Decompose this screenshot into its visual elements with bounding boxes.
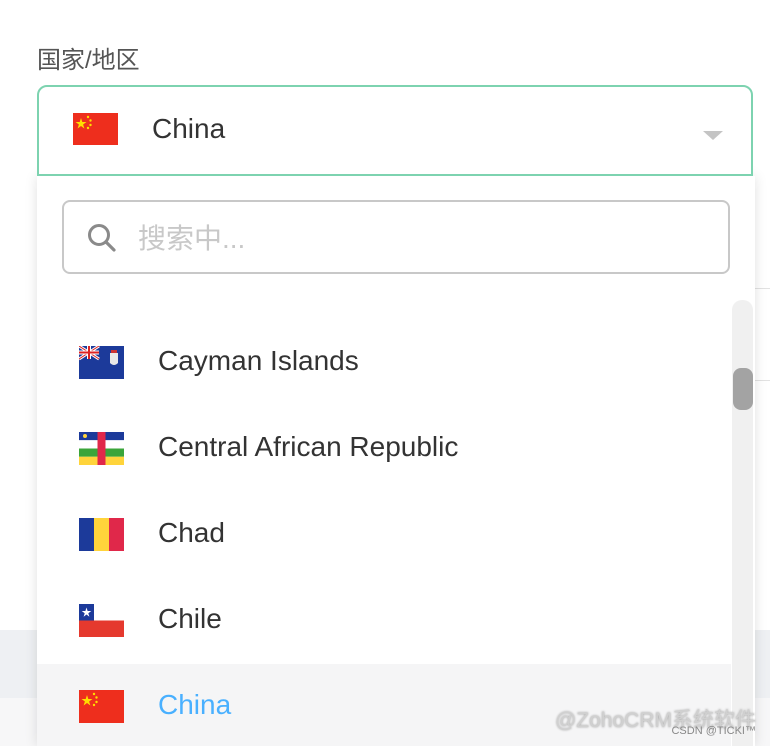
background-divider	[755, 288, 770, 289]
background-divider	[755, 380, 770, 381]
option-label: Cayman Islands	[158, 345, 359, 376]
option-label: Central African Republic	[158, 431, 459, 462]
flag-chad-icon	[79, 518, 124, 551]
list-item-central-african-republic[interactable]: Central African Republic	[37, 406, 731, 492]
search-input[interactable]	[136, 216, 710, 262]
search-icon	[88, 224, 116, 252]
flag-central-african-republic-icon	[79, 432, 124, 465]
flag-china-icon	[73, 113, 118, 145]
selected-country: China	[152, 113, 226, 144]
option-label: Chad	[158, 517, 225, 548]
list-item-cayman-islands[interactable]: Cayman Islands	[37, 320, 731, 406]
country-region-label: 国家/地区	[37, 47, 140, 74]
country-list: Cayman Islands Central African Republic …	[37, 320, 731, 746]
chevron-down-icon[interactable]	[703, 131, 723, 140]
list-item-chile[interactable]: Chile	[37, 578, 731, 664]
country-dropdown: Cayman Islands Central African Republic …	[37, 176, 755, 746]
flag-chile-icon	[79, 604, 124, 637]
flag-cayman-islands-icon	[79, 346, 124, 379]
watermark-secondary: CSDN @TICKI™	[671, 725, 756, 737]
option-label: China	[158, 689, 232, 720]
scrollbar-thumb[interactable]	[733, 368, 753, 410]
country-select[interactable]: China	[37, 85, 753, 176]
scrollbar-track[interactable]	[732, 300, 753, 746]
option-label: Chile	[158, 603, 222, 634]
list-item-chad[interactable]: Chad	[37, 492, 731, 578]
search-field[interactable]	[62, 200, 730, 274]
flag-china-icon	[79, 690, 124, 723]
